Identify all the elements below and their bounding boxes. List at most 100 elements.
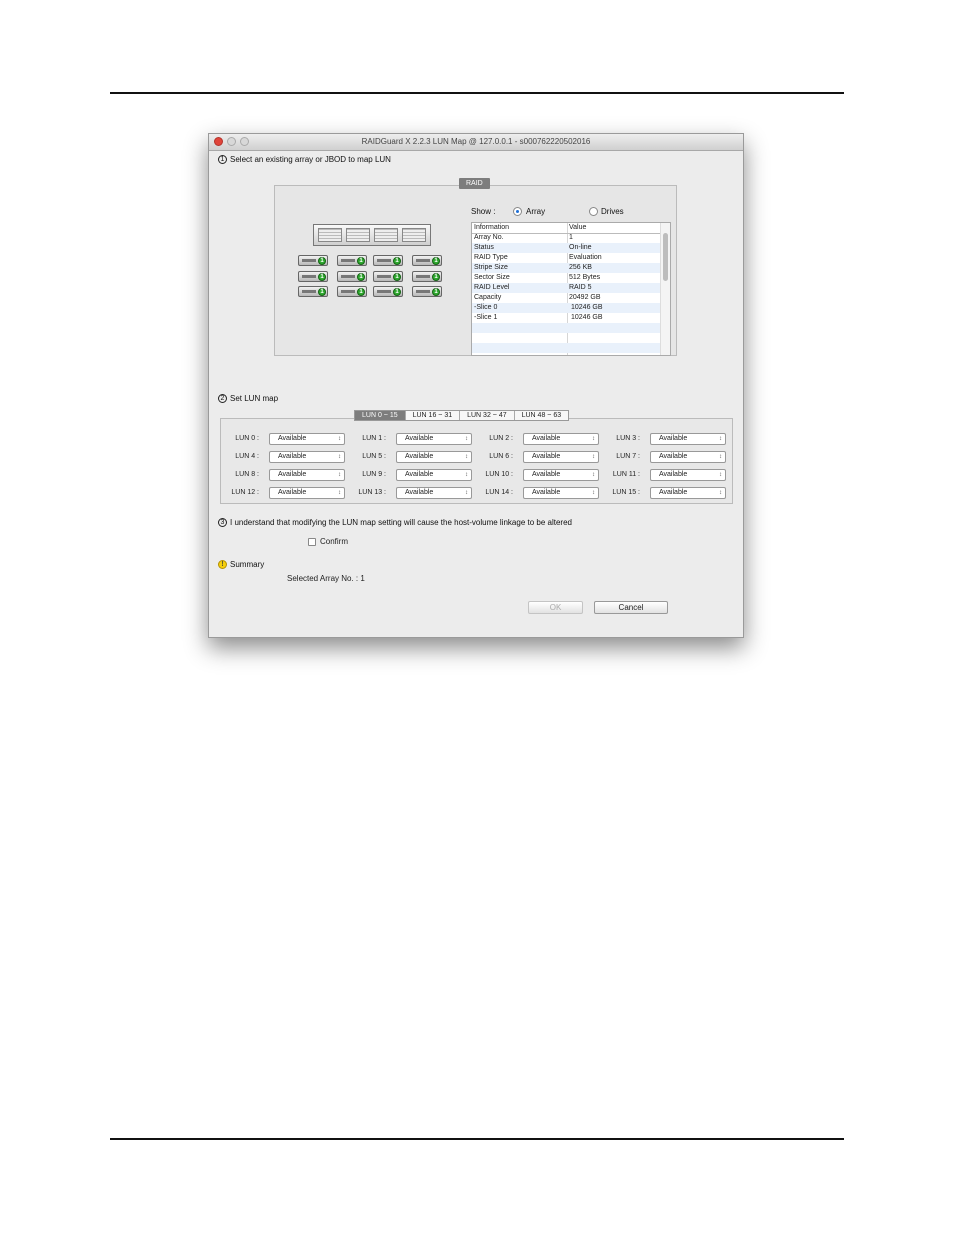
row-information: -Slice 0 [474,304,498,311]
raid-chassis-image[interactable] [313,224,431,246]
lun-3-value: Available [659,435,688,442]
lun-1-value: Available [405,435,434,442]
step-3-heading: 3 I understand that modifying the LUN ma… [218,518,572,527]
page-bottom-rule [110,1138,844,1140]
updown-arrows-icon: ↕ [592,454,595,460]
header-value: Value [569,224,587,231]
lun-7-select[interactable]: Available ↕ [650,451,726,463]
lun-9-select[interactable]: Available ↕ [396,469,472,481]
cancel-button[interactable]: Cancel [594,601,668,614]
drive-icon[interactable]: 1 [298,255,328,266]
table-row[interactable]: RAID Level RAID 5 [472,283,662,293]
drive-status-icon: 1 [318,273,326,281]
drive-status-icon: 1 [357,257,365,265]
show-array-radio[interactable] [513,207,522,216]
row-information: Array No. [474,234,504,241]
table-row[interactable]: Stripe Size 256 KB [472,263,662,273]
drive-icon[interactable]: 1 [373,255,403,266]
table-row[interactable]: Array No. 1 [472,233,662,243]
lun-5-value: Available [405,453,434,460]
lun-2-label: LUN 2 : [489,435,513,442]
drive-slot [416,259,430,262]
drive-icon[interactable]: 1 [412,271,442,282]
updown-arrows-icon: ↕ [465,472,468,478]
minimize-window-button[interactable] [227,137,236,146]
lun-5-label: LUN 5 : [362,453,386,460]
lun-7-label: LUN 7 : [616,453,640,460]
lun-11-select[interactable]: Available ↕ [650,469,726,481]
lun-1-label: LUN 1 : [362,435,386,442]
lun-13-select[interactable]: Available ↕ [396,487,472,499]
lun-14-select[interactable]: Available ↕ [523,487,599,499]
lun-1-select[interactable]: Available ↕ [396,433,472,445]
step-3-number-icon: 3 [218,518,227,527]
lun-3-select[interactable]: Available ↕ [650,433,726,445]
lun-2-select[interactable]: Available ↕ [523,433,599,445]
lun-4-label: LUN 4 : [235,453,259,460]
row-value: 10246 GB [571,314,603,321]
array-info-table[interactable]: Information Value Array No. 1 Status On-lin… [471,222,671,356]
drive-icon[interactable]: 1 [373,271,403,282]
drive-slot [341,259,355,262]
lun-tab-3[interactable]: LUN 48 ~ 63 [515,411,569,420]
row-information: Capacity [474,294,502,301]
drive-icon[interactable]: 1 [337,271,367,282]
drive-status-icon: 1 [432,257,440,265]
lun-tab-2[interactable]: LUN 32 ~ 47 [460,411,515,420]
drive-icon[interactable]: 1 [373,286,403,297]
lun-5-select[interactable]: Available ↕ [396,451,472,463]
lun-14-label: LUN 14 : [485,489,513,496]
drive-status-icon: 1 [318,288,326,296]
table-row [472,353,662,355]
close-window-button[interactable] [214,137,223,146]
step-1-heading: 1 Select an existing array or JBOD to ma… [218,155,391,164]
lun-11-label: LUN 11 : [612,471,640,478]
confirm-checkbox[interactable] [308,538,316,546]
show-drives-radio[interactable] [589,207,598,216]
lun-tab-1[interactable]: LUN 16 ~ 31 [406,411,461,420]
drive-icon[interactable]: 1 [337,286,367,297]
drive-icon[interactable]: 1 [412,286,442,297]
raid-panel: 1 1 1 1 1 1 1 1 1 1 1 1 Show : Array Drives Informa… [274,185,677,356]
raid-tab[interactable]: RAID [459,178,490,189]
lun-6-value: Available [532,453,561,460]
table-scrollbar-thumb[interactable] [663,233,668,281]
lun-12-select[interactable]: Available ↕ [269,487,345,499]
table-row [472,333,662,343]
table-row[interactable]: Sector Size 512 Bytes [472,273,662,283]
row-information: Status [474,244,494,251]
table-row[interactable]: Capacity 20492 GB [472,293,662,303]
lun-tab-0[interactable]: LUN 0 ~ 15 [355,411,406,420]
table-row[interactable]: Status On-line [472,243,662,253]
lun-map-panel: LUN 0 : Available ↕ LUN 1 : Available ↕ LUN 2 … [220,418,733,504]
table-row[interactable]: RAID Type Evaluation [472,253,662,263]
step-2-label: Set LUN map [230,394,279,403]
table-row[interactable]: -Slice 0 10246 GB [472,303,662,313]
table-row[interactable]: -Slice 1 10246 GB [472,313,662,323]
row-value: On-line [569,244,592,251]
drive-slot [377,259,391,262]
drive-icon[interactable]: 1 [337,255,367,266]
lun-6-label: LUN 6 : [489,453,513,460]
updown-arrows-icon: ↕ [338,490,341,496]
zoom-window-button[interactable] [240,137,249,146]
drive-slot [302,259,316,262]
lun-10-select[interactable]: Available ↕ [523,469,599,481]
updown-arrows-icon: ↕ [719,472,722,478]
lun-4-select[interactable]: Available ↕ [269,451,345,463]
row-value: 1 [569,234,573,241]
drive-icon[interactable]: 1 [412,255,442,266]
drive-icon[interactable]: 1 [298,286,328,297]
lun-8-select[interactable]: Available ↕ [269,469,345,481]
summary-label: Summary [230,560,265,569]
confirm-label[interactable]: Confirm [320,537,348,546]
lun-0-select[interactable]: Available ↕ [269,433,345,445]
drive-slot [416,290,430,293]
updown-arrows-icon: ↕ [338,436,341,442]
ok-button[interactable]: OK [528,601,583,614]
lun-6-select[interactable]: Available ↕ [523,451,599,463]
drive-icon[interactable]: 1 [298,271,328,282]
updown-arrows-icon: ↕ [592,472,595,478]
table-scrollbar[interactable] [660,223,670,355]
lun-15-select[interactable]: Available ↕ [650,487,726,499]
